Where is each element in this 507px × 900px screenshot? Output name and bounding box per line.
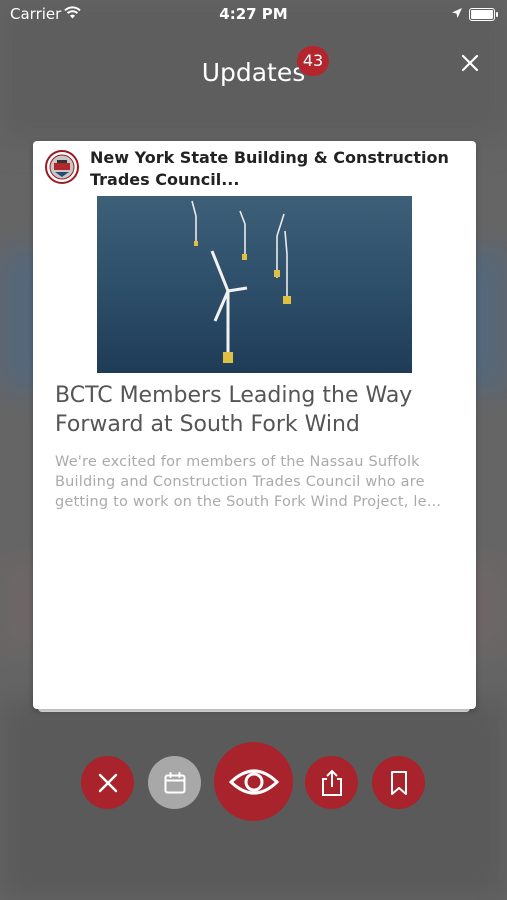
update-count-badge: 43 [297, 46, 329, 76]
bookmark-icon [390, 770, 407, 795]
source-logo-icon [45, 150, 79, 184]
battery-icon [469, 8, 498, 21]
location-arrow-icon [452, 8, 462, 18]
share-button[interactable] [305, 756, 358, 809]
bookmark-button[interactable] [372, 756, 425, 809]
calendar-icon [164, 771, 185, 793]
source-name: New York State Building & Construction T… [90, 148, 449, 189]
status-bar: Carrier 4:27 PM [0, 0, 507, 28]
headline[interactable]: BCTC Members Leading the Way Forward at … [55, 381, 465, 439]
page-title: Updates [201, 58, 306, 87]
close-icon[interactable] [457, 50, 483, 76]
update-card[interactable]: New York State Building & Construction T… [33, 141, 476, 709]
eye-icon [228, 769, 279, 794]
share-icon [321, 769, 342, 796]
wind-turbines-photo [97, 196, 412, 373]
calendar-button[interactable] [148, 756, 201, 809]
clock: 4:27 PM [219, 5, 288, 23]
view-button[interactable] [214, 742, 293, 821]
close-icon [98, 773, 117, 792]
excerpt: We're excited for members of the Nassau … [55, 454, 442, 510]
dismiss-button[interactable] [81, 756, 134, 809]
